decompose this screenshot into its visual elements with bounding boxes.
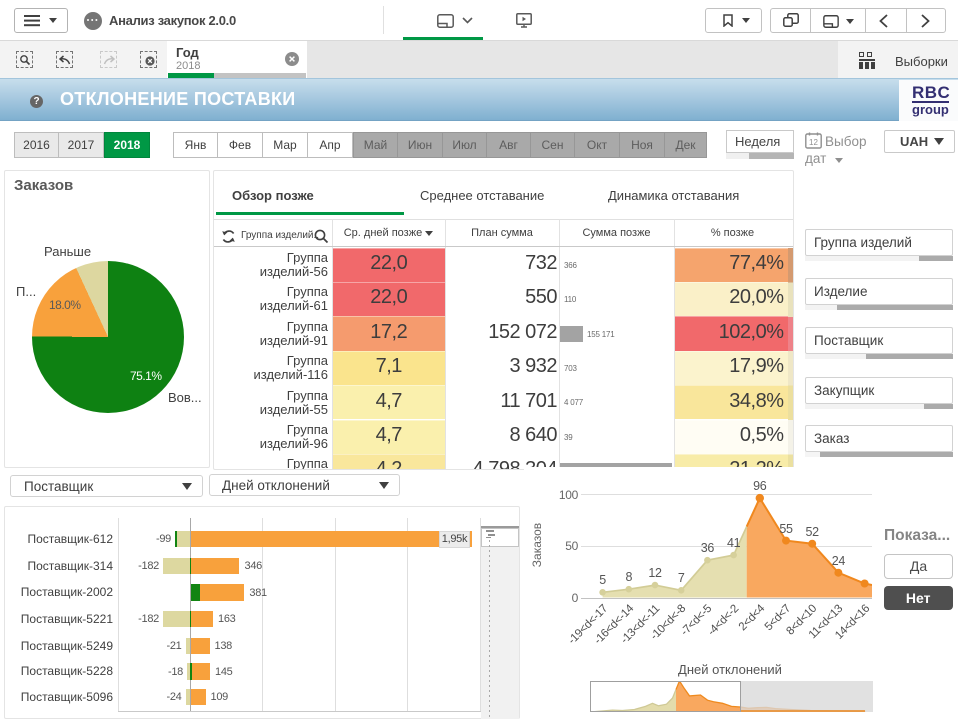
svg-text:12: 12 (809, 138, 818, 147)
